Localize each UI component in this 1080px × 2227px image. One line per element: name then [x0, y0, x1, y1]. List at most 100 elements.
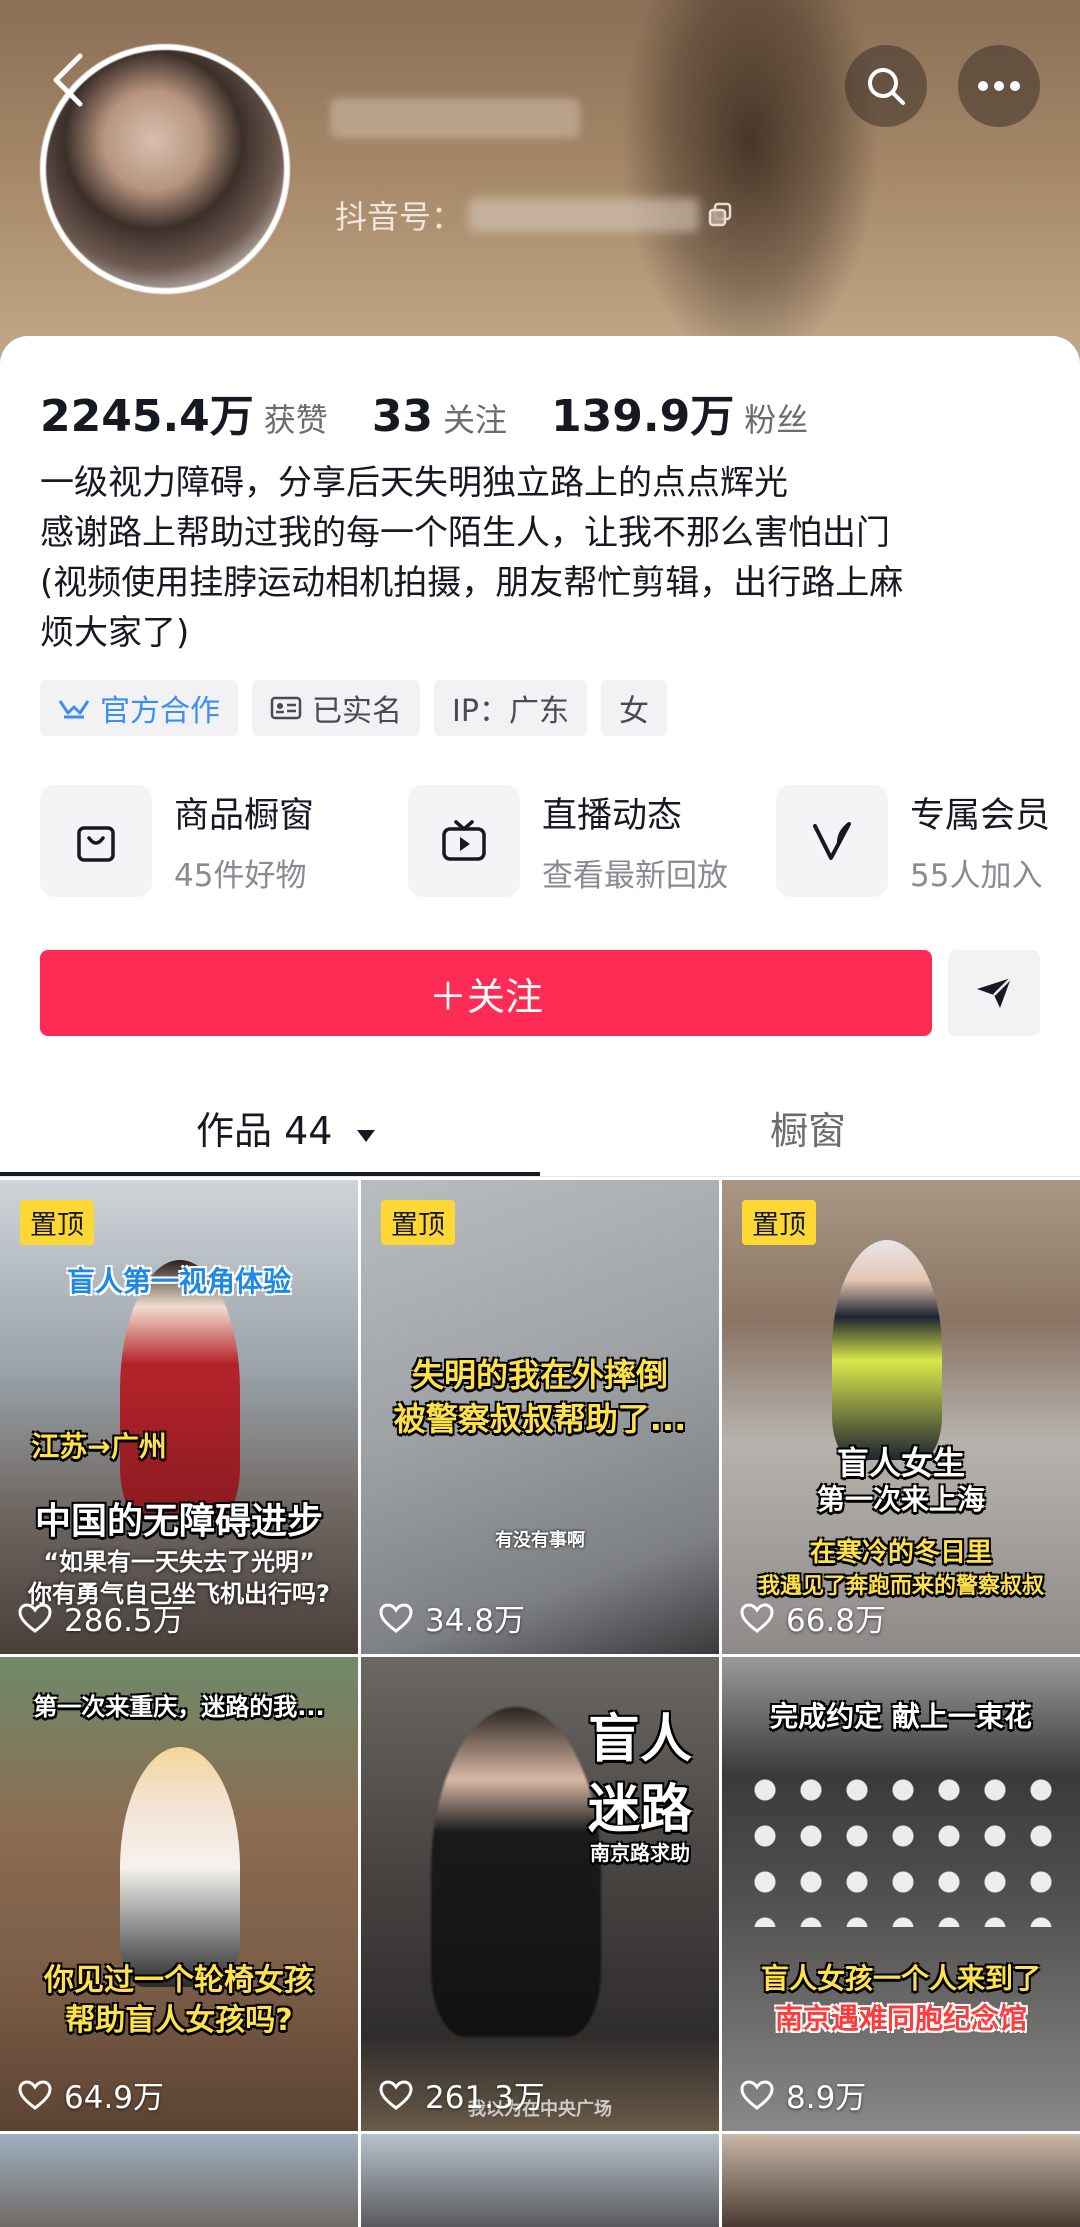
stats-row: 2245.4万 获赞 33 关注 139.9万 粉丝: [40, 380, 852, 444]
video-caption: 盲人: [587, 1710, 692, 1770]
tab-works-label: 作品 44: [196, 1109, 333, 1153]
feature-title: 专属会员: [910, 796, 1051, 836]
douyin-id-label: 抖音号：: [335, 198, 464, 236]
bio-line: 感谢路上帮助过我的每一个陌生人，让我不那么害怕出门: [40, 513, 890, 553]
feature-title: 商品橱窗: [174, 796, 315, 836]
id-card-icon: [270, 696, 302, 720]
bio-line: (视频使用挂脖运动相机拍摄，朋友帮忙剪辑，出行路上麻: [40, 563, 904, 603]
followers-label: 粉丝: [744, 401, 809, 439]
tv-icon: [408, 785, 520, 897]
video-tile[interactable]: 置顶 盲人第一视角体验 江苏→广州 中国的无障碍进步 “如果有一天失去了光明” …: [0, 1180, 358, 1654]
copy-icon[interactable]: [707, 202, 733, 228]
pinned-badge: 置顶: [381, 1200, 455, 1245]
heart-outline-icon: [379, 1602, 413, 1633]
video-likes-count: 8.9万: [786, 2080, 867, 2116]
search-button[interactable]: [845, 45, 927, 127]
video-likes-count: 261.3万: [425, 2080, 545, 2116]
video-tile[interactable]: 第一次来重庆，迷路的我... 你见过一个轮椅女孩 帮助盲人女孩吗? 64.9万: [0, 1657, 358, 2131]
video-caption: 盲人女孩一个人来到了: [760, 1962, 1041, 1995]
pinned-badge: 置顶: [20, 1200, 94, 1245]
share-button[interactable]: [948, 950, 1040, 1036]
handshake-icon: [58, 700, 90, 719]
video-caption: 迷路: [587, 1780, 692, 1840]
follow-button[interactable]: ＋关注: [40, 950, 932, 1036]
video-caption: 帮助盲人女孩吗?: [65, 2003, 293, 2038]
tag-ip-location: IP：广东: [434, 680, 587, 736]
video-caption: 盲人第一视角体验: [66, 1265, 291, 1298]
bio: 一级视力障碍，分享后天失明独立路上的点点辉光 感谢路上帮助过我的每一个陌生人，让…: [40, 458, 1050, 658]
tag-verified[interactable]: 已实名: [252, 680, 420, 736]
video-tile[interactable]: 置顶 失明的我在外摔倒 被警察叔叔帮助了... 有没有事啊 34.8万: [361, 1180, 719, 1654]
feature-shop-window[interactable]: 商品橱窗 45件好物: [40, 785, 408, 897]
feature-entries: 商品橱窗 45件好物 直播动态 查看最新回放 专属会员 55人加入: [40, 785, 1080, 897]
video-tile[interactable]: 完成约定 献上一束花 盲人女孩一个人来到了 南京遇难同胞纪念馆 8.9万: [722, 1657, 1080, 2131]
tag-official-cooperation[interactable]: 官方合作: [40, 680, 238, 736]
back-button[interactable]: [48, 52, 108, 112]
video-caption: 在寒冷的冬日里: [809, 1538, 992, 1568]
video-thumbnail-person: [120, 1747, 240, 1987]
likes-count[interactable]: 2245.4万: [40, 380, 254, 444]
tag-official-label: 官方合作: [100, 694, 220, 729]
video-thumbnail-person: [832, 1240, 942, 1460]
heart-outline-icon: [740, 2079, 774, 2110]
video-caption: 南京路求助: [590, 1841, 690, 1865]
likes-label: 获赞: [263, 401, 328, 439]
heart-outline-icon: [18, 2079, 52, 2110]
video-likes: 286.5万: [18, 1595, 184, 1640]
tab-active-indicator: [0, 1172, 540, 1176]
video-tile[interactable]: [361, 2134, 719, 2227]
shopping-bag-icon: [40, 785, 152, 897]
feature-subtitle: 45件好物: [174, 858, 307, 894]
feature-live-updates[interactable]: 直播动态 查看最新回放: [408, 785, 776, 897]
search-icon: [868, 68, 905, 105]
video-likes: 8.9万: [740, 2072, 866, 2117]
dropdown-triangle-icon: [356, 1130, 375, 1142]
tab-shop-window[interactable]: 橱窗: [770, 1100, 846, 1155]
membership-v-icon: [776, 785, 888, 897]
video-caption: 你见过一个轮椅女孩: [44, 1963, 314, 1998]
username-blurred: [330, 98, 580, 138]
feature-subtitle: 55人加入: [910, 858, 1043, 894]
header-background-photo: [620, 0, 880, 370]
video-tile[interactable]: 置顶 盲人女生 第一次来上海 在寒冷的冬日里 我遇见了奔跑而来的警察叔叔 66.…: [722, 1180, 1080, 1654]
chevron-left-icon: [53, 53, 83, 107]
video-likes-count: 66.8万: [786, 1603, 887, 1639]
heart-outline-icon: [18, 1602, 52, 1633]
video-likes-count: 286.5万: [64, 1603, 184, 1639]
video-caption: 江苏→广州: [31, 1430, 167, 1463]
flowers-decoration: [742, 1767, 1062, 1927]
more-icon: [978, 81, 1020, 91]
tab-works[interactable]: 作品 44: [196, 1100, 377, 1155]
pinned-badge: 置顶: [742, 1200, 816, 1245]
video-likes: 66.8万: [740, 1595, 886, 1640]
video-tile[interactable]: 盲人 迷路 南京路求助 我以为在中央广场 261.3万: [361, 1657, 719, 2131]
video-likes: 34.8万: [379, 1595, 525, 1640]
tag-ip-label: IP：广东: [452, 694, 569, 729]
more-button[interactable]: [958, 45, 1040, 127]
douyin-id-blurred: [469, 198, 700, 232]
profile-tags: 官方合作 已实名 IP：广东 女: [40, 680, 667, 736]
heart-outline-icon: [379, 2079, 413, 2110]
video-caption: 有没有事啊: [495, 1530, 585, 1551]
feature-membership[interactable]: 专属会员 55人加入: [776, 785, 1080, 897]
heart-outline-icon: [740, 1602, 774, 1633]
video-tile[interactable]: [722, 2134, 1080, 2227]
following-label: 关注: [443, 401, 508, 439]
video-caption: 南京遇难同胞纪念馆: [774, 2002, 1027, 2035]
video-caption: 被警察叔叔帮助了...: [393, 1400, 687, 1438]
feature-title: 直播动态: [542, 796, 683, 836]
douyin-id-row[interactable]: 抖音号：: [335, 192, 733, 238]
following-count[interactable]: 33: [372, 391, 433, 442]
feature-subtitle: 查看最新回放: [542, 858, 728, 894]
video-caption: 中国的无障碍进步: [34, 1501, 323, 1542]
video-caption: 第一次来上海: [816, 1483, 985, 1516]
video-tile[interactable]: [0, 2134, 358, 2227]
tag-gender: 女: [600, 680, 667, 736]
followers-count[interactable]: 139.9万: [551, 380, 734, 444]
video-caption: 第一次来重庆，迷路的我...: [33, 1693, 325, 1721]
video-likes-count: 64.9万: [64, 2080, 165, 2116]
video-likes-count: 34.8万: [425, 1603, 526, 1639]
tag-gender-label: 女: [618, 694, 649, 729]
video-caption: 完成约定 献上一束花: [770, 1700, 1032, 1733]
video-caption: “如果有一天失去了光明”: [43, 1548, 315, 1576]
